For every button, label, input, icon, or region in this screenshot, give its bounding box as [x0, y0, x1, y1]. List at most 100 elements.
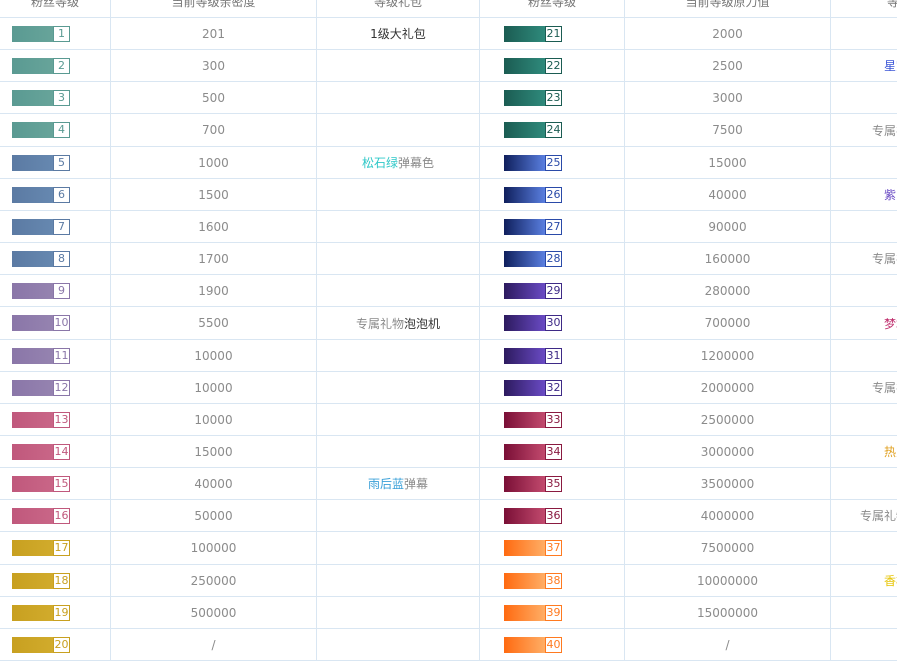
- fan-level-cell-right: 32: [479, 372, 624, 403]
- fan-level-badge: 13: [12, 411, 70, 428]
- fan-level-badge: 39: [504, 604, 562, 621]
- level-badge-number: 6: [53, 186, 70, 203]
- fan-level-cell-right: 34: [479, 436, 624, 467]
- intimacy-cell: 10000: [110, 340, 316, 371]
- level-badge-bar: [504, 572, 545, 589]
- fan-level-badge: 11: [12, 347, 70, 364]
- table-row: 16 50000 36 4000000 专属礼物: [0, 500, 897, 532]
- extra-cell: [830, 275, 897, 306]
- force-value-cell: 3000000: [624, 436, 830, 467]
- fan-level-badge: 7: [12, 218, 70, 235]
- level-badge-bar: [12, 218, 53, 235]
- level-badge-number: 34: [545, 443, 562, 460]
- level-gift-cell: [316, 340, 479, 371]
- extra-text: 香槟: [883, 574, 897, 588]
- table-row: 105500专属礼物泡泡机30700000梦境: [0, 307, 897, 340]
- fan-level-badge: 35: [504, 475, 562, 492]
- fan-level-cell-right: 36: [479, 500, 624, 531]
- fan-level-badge: 38: [504, 572, 562, 589]
- table-row: 7 1600 27 90000: [0, 211, 897, 243]
- level-badge-bar: [12, 636, 53, 653]
- fan-level-cell: 17: [0, 532, 110, 564]
- extra-cell: [830, 147, 897, 178]
- table-row: 5 1000 松石绿 弹幕色 25 15000: [0, 147, 897, 179]
- fan-level-cell: 10: [0, 307, 110, 339]
- level-badge-number: 29: [545, 282, 562, 299]
- fan-level-badge: 17: [12, 540, 70, 556]
- intimacy-cell: 500: [110, 82, 316, 113]
- level-badge-bar: [504, 218, 545, 235]
- fan-level-badge: 21: [504, 25, 562, 42]
- intimacy-cell: 50000: [110, 500, 316, 531]
- level-gift-cell: [316, 50, 479, 81]
- extra-text: 梦境: [883, 316, 897, 331]
- gift-text: 专属礼物: [355, 316, 404, 331]
- level-gift-cell: [316, 372, 479, 403]
- level-badge-number: 15: [53, 475, 70, 492]
- level-badge-bar: [12, 57, 53, 74]
- header-level-gift: 等级礼包: [316, 0, 479, 17]
- level-badge-number: 38: [545, 572, 562, 589]
- fan-level-cell: 5: [0, 147, 110, 178]
- level-badge-number: 3: [53, 89, 70, 106]
- fan-level-cell: 6: [0, 179, 110, 210]
- table-row: 4 700 24 7500 专属礼: [0, 114, 897, 147]
- extra-text: 紫罗: [883, 188, 897, 202]
- table-row: 12 10000 32 2000000 专属礼: [0, 372, 897, 404]
- fan-level-cell: 4: [0, 114, 110, 146]
- level-badge-number: 16: [53, 507, 70, 524]
- force-value-cell: 4000000: [624, 500, 830, 531]
- level-badge-bar: [504, 25, 545, 42]
- fan-level-cell-right: 31: [479, 340, 624, 371]
- intimacy-cell: 250000: [110, 565, 316, 596]
- fan-level-cell: 18: [0, 565, 110, 596]
- fan-level-cell: 8: [0, 243, 110, 274]
- fan-level-badge: 5: [12, 154, 70, 171]
- extra-cell: [830, 82, 897, 113]
- level-gift-cell: [316, 114, 479, 146]
- intimacy-cell: 1700: [110, 243, 316, 274]
- fan-level-badge: 40: [504, 636, 562, 653]
- level-badge-number: 31: [545, 347, 562, 364]
- level-badge-number: 1: [53, 25, 70, 42]
- force-value-cell: 2500000: [624, 404, 830, 435]
- force-value-cell: 40000: [624, 179, 830, 210]
- extra-cell: [830, 629, 897, 660]
- fan-level-cell-right: 26: [479, 179, 624, 210]
- level-badge-number: 25: [545, 154, 562, 171]
- level-badge-bar: [504, 186, 545, 203]
- level-gift-cell: [316, 597, 479, 628]
- level-badge-bar: [12, 315, 53, 331]
- table-header: 粉丝等级 当前等级亲密度 等级礼包 粉丝等级 当前等级原力值 等: [0, 0, 897, 18]
- fan-level-cell: 16: [0, 500, 110, 531]
- gift-text: 弹幕: [404, 477, 429, 491]
- level-badge-bar: [504, 379, 545, 396]
- fan-level-cell: 12: [0, 372, 110, 403]
- level-badge-number: 23: [545, 89, 562, 106]
- extra-cell: 紫罗: [830, 179, 897, 210]
- table-row: 6 1500 26 40000 紫罗: [0, 179, 897, 211]
- level-badge-bar: [12, 250, 53, 267]
- fan-level-cell-right: 24: [479, 114, 624, 146]
- level-gift-cell: [316, 629, 479, 660]
- intimacy-cell: 300: [110, 50, 316, 81]
- force-value-cell: 15000: [624, 147, 830, 178]
- fan-level-cell-right: 21: [479, 18, 624, 49]
- gift-text: 弹幕色: [398, 156, 435, 170]
- intimacy-cell: 700: [110, 114, 316, 146]
- fan-level-badge: 6: [12, 186, 70, 203]
- level-badge-bar: [504, 540, 545, 556]
- fan-level-cell-right: 37: [479, 532, 624, 564]
- level-badge-bar: [12, 475, 53, 492]
- fan-level-badge: 26: [504, 186, 562, 203]
- gift-text: 松石绿: [361, 156, 398, 170]
- intimacy-cell: 100000: [110, 532, 316, 564]
- fan-level-cell-right: 30: [479, 307, 624, 339]
- gift-text: 1级大礼包: [370, 27, 426, 41]
- level-badge-bar: [504, 250, 545, 267]
- level-badge-bar: [504, 443, 545, 460]
- level-badge-bar: [12, 154, 53, 171]
- force-value-cell: 1200000: [624, 340, 830, 371]
- level-gift-cell: [316, 500, 479, 531]
- fan-level-badge: 8: [12, 250, 70, 267]
